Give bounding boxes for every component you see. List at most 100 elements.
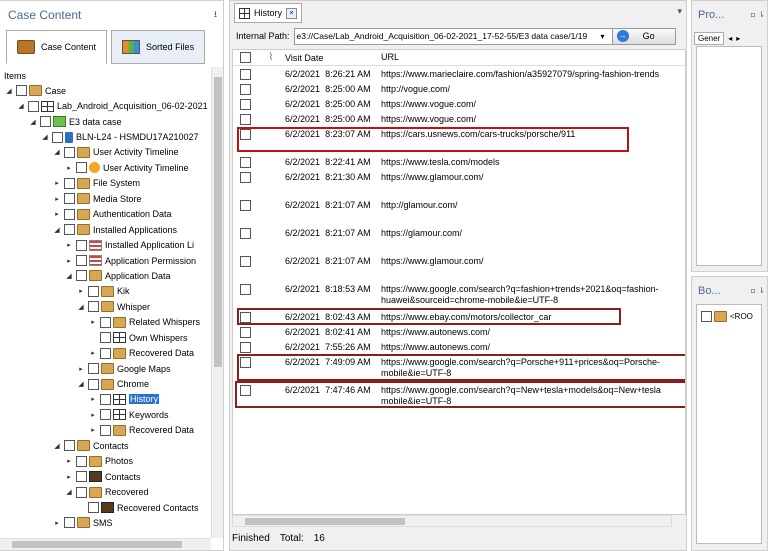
tree-horizontal-scrollbar[interactable]: [0, 538, 211, 550]
row-checkbox[interactable]: [239, 157, 251, 168]
tree-node[interactable]: ▸ Google Maps: [0, 361, 212, 376]
scroll-thumb[interactable]: [214, 77, 222, 367]
table-row[interactable]: 6/2/2021 8:21:07 AM http://glamour.com/: [233, 198, 685, 226]
row-checkbox[interactable]: [239, 327, 251, 338]
tree-node[interactable]: Recovered Contacts: [0, 500, 212, 515]
checkbox[interactable]: [76, 255, 87, 267]
expand-toggle-icon[interactable]: ▸: [76, 365, 86, 373]
table-row[interactable]: 6/2/2021 8:21:07 AM https://glamour.com/: [233, 226, 685, 254]
tree-node[interactable]: ◢ User Activity Timeline: [0, 145, 212, 160]
pin-icon[interactable]: ▫ ⇂: [750, 286, 765, 295]
scroll-thumb[interactable]: [12, 541, 182, 548]
expand-toggle-icon[interactable]: ▸: [52, 519, 62, 527]
row-checkbox[interactable]: [239, 99, 251, 110]
checkbox[interactable]: [76, 270, 87, 282]
expand-toggle-icon[interactable]: ▸: [64, 241, 74, 249]
checkbox[interactable]: [28, 100, 39, 112]
expand-toggle-icon[interactable]: ▸: [52, 195, 62, 203]
tree-node[interactable]: ▸ Contacts: [0, 469, 212, 484]
expand-toggle-icon[interactable]: ▸: [88, 349, 98, 357]
tree-vertical-scrollbar[interactable]: [211, 67, 223, 538]
table-row[interactable]: 6/2/2021 8:25:00 AM http://vogue.com/: [233, 82, 685, 97]
tab-history[interactable]: History ×: [234, 3, 303, 23]
tree-node[interactable]: ▸ Keywords: [0, 407, 212, 422]
tree-node[interactable]: ▸ Authentication Data: [0, 207, 212, 222]
checkbox[interactable]: [40, 116, 51, 128]
row-checkbox[interactable]: [239, 172, 251, 183]
expand-toggle-icon[interactable]: ▸: [88, 426, 98, 434]
select-all-checkbox[interactable]: [239, 52, 251, 63]
checkbox[interactable]: [64, 146, 75, 158]
checkbox[interactable]: [100, 424, 111, 436]
tab-general[interactable]: Gener: [694, 31, 725, 45]
row-checkbox[interactable]: [239, 114, 251, 125]
row-checkbox[interactable]: [239, 342, 251, 353]
tree-node[interactable]: ◢ Contacts: [0, 438, 212, 453]
expand-toggle-icon[interactable]: ◢: [16, 102, 26, 110]
expand-toggle-icon[interactable]: ◢: [76, 303, 86, 311]
tree-node[interactable]: ▸ Application Permission: [0, 253, 212, 268]
row-checkbox[interactable]: [239, 284, 251, 295]
tree-node[interactable]: ▸ History: [0, 392, 212, 407]
row-checkbox[interactable]: [239, 69, 251, 80]
checkbox[interactable]: [64, 440, 75, 452]
dropdown-icon[interactable]: ▾: [597, 31, 608, 41]
expand-toggle-icon[interactable]: ▸: [52, 210, 62, 218]
row-checkbox[interactable]: [239, 200, 251, 211]
checkbox[interactable]: [100, 332, 111, 344]
row-checkbox[interactable]: [239, 228, 251, 239]
expand-toggle-icon[interactable]: ◢: [40, 133, 50, 141]
checkbox[interactable]: [88, 502, 99, 514]
column-url[interactable]: URL: [381, 52, 685, 63]
checkbox[interactable]: [64, 193, 75, 205]
tree-node[interactable]: ▸ SMS: [0, 515, 212, 530]
tree-node[interactable]: Own Whispers: [0, 330, 212, 345]
tree-node[interactable]: ◢ Chrome: [0, 376, 212, 391]
checkbox[interactable]: [64, 177, 75, 189]
tree-node[interactable]: ▸ File System: [0, 176, 212, 191]
expand-toggle-icon[interactable]: ▸: [64, 164, 74, 172]
checkbox[interactable]: [88, 285, 99, 297]
bookmark-root[interactable]: <ROO: [699, 309, 759, 324]
tree-node[interactable]: ▸ Recovered Data: [0, 423, 212, 438]
checkbox[interactable]: [76, 239, 87, 251]
column-visit-date[interactable]: Visit Date: [285, 53, 381, 63]
checkbox[interactable]: [88, 378, 99, 390]
expand-toggle-icon[interactable]: ◢: [28, 118, 38, 126]
tree-node[interactable]: ◢ Installed Applications: [0, 222, 212, 237]
checkbox[interactable]: [76, 471, 87, 483]
expand-toggle-icon[interactable]: ◢: [76, 380, 86, 388]
tree-node[interactable]: ▸ Media Store: [0, 191, 212, 206]
expand-toggle-icon[interactable]: ◢: [52, 442, 62, 450]
tree-node[interactable]: ▸ Related Whispers: [0, 315, 212, 330]
expand-toggle-icon[interactable]: ▸: [88, 395, 98, 403]
checkbox[interactable]: [76, 162, 87, 174]
tree-node[interactable]: ▸ User Activity Timeline: [0, 160, 212, 175]
table-row[interactable]: 6/2/2021 8:25:00 AM https://www.vogue.com…: [233, 112, 685, 127]
chevron-right-icon[interactable]: ▸: [736, 34, 740, 43]
expand-toggle-icon[interactable]: ▸: [64, 473, 74, 481]
tree-node[interactable]: ▸ Installed Application Li: [0, 237, 212, 252]
tree-node[interactable]: ◢ E3 data case: [0, 114, 212, 129]
table-row[interactable]: 6/2/2021 8:18:53 AM https://www.google.co…: [233, 282, 685, 310]
expand-toggle-icon[interactable]: ▸: [52, 179, 62, 187]
checkbox[interactable]: [88, 363, 99, 375]
go-button[interactable]: → Go: [611, 27, 676, 45]
table-row[interactable]: 6/2/2021 8:21:30 AM https://www.glamour.c…: [233, 170, 685, 198]
checkbox[interactable]: [16, 85, 27, 97]
checkbox[interactable]: [100, 393, 111, 405]
tree-node[interactable]: ◢ Recovered: [0, 484, 212, 499]
tab-sorted-files[interactable]: Sorted Files: [111, 30, 206, 64]
chevron-left-icon[interactable]: ◂: [728, 34, 732, 43]
tree-node[interactable]: ◢ Lab_Android_Acquisition_06-02-2021: [0, 98, 212, 113]
tree-node[interactable]: ▸ Kik: [0, 284, 212, 299]
row-checkbox[interactable]: [239, 256, 251, 267]
expand-toggle-icon[interactable]: ▸: [76, 287, 86, 295]
chevron-down-icon[interactable]: ▾: [677, 7, 682, 17]
checkbox[interactable]: [76, 486, 87, 498]
expand-toggle-icon[interactable]: ◢: [64, 488, 74, 496]
close-icon[interactable]: ×: [286, 7, 298, 19]
tree-node[interactable]: ◢ Whisper: [0, 299, 212, 314]
checkbox[interactable]: [64, 224, 75, 236]
checkbox[interactable]: [100, 316, 111, 328]
